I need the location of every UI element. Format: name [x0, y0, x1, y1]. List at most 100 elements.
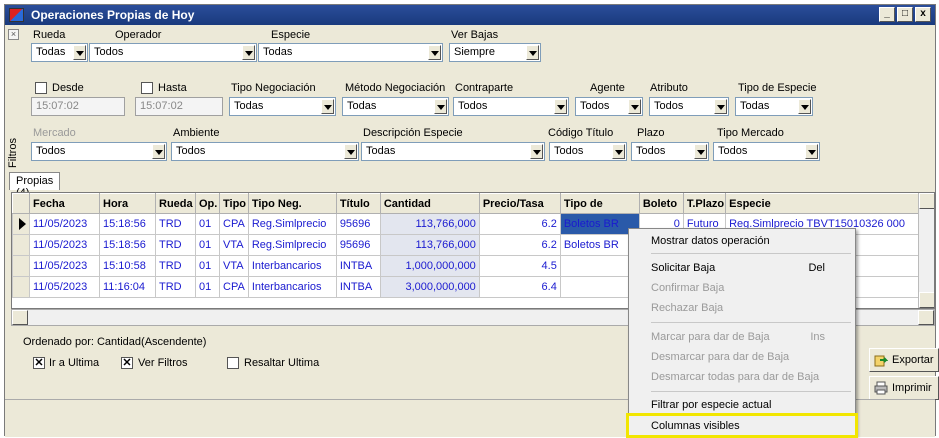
row-indicator	[12, 255, 30, 277]
table-cell[interactable]: 3,000,000,000	[379, 276, 480, 298]
tipo-negociacion-select[interactable]: Todas	[229, 97, 336, 116]
column-header[interactable]: Boleto	[638, 193, 684, 214]
menu-item-solicitar-baja[interactable]: Solicitar Baja Del	[629, 258, 855, 278]
column-header[interactable]: Tipo	[219, 193, 249, 214]
imprimir-label: Imprimir	[892, 382, 932, 394]
table-cell[interactable]: INTBA	[335, 276, 381, 298]
table-cell[interactable]: 01	[195, 276, 220, 298]
ambiente-select[interactable]: Todos	[171, 142, 359, 161]
exportar-button[interactable]: Exportar	[869, 348, 939, 372]
table-cell[interactable]: 15:10:58	[99, 255, 156, 277]
column-header[interactable]: Especie	[725, 193, 932, 214]
descripcion-especie-select[interactable]: Todas	[361, 142, 545, 161]
menu-item-desmarcar-baja[interactable]: Desmarcar para dar de Baja	[629, 347, 855, 367]
imprimir-button[interactable]: Imprimir	[869, 376, 939, 400]
tab-propias[interactable]: Propias (4)	[9, 172, 61, 199]
atributo-select[interactable]: Todos	[649, 97, 729, 116]
table-cell[interactable]: TRD	[155, 213, 196, 235]
contraparte-select[interactable]: Todos	[453, 97, 569, 116]
codigo-titulo-select[interactable]: Todos	[549, 142, 627, 161]
operador-select[interactable]: Todos	[89, 43, 257, 62]
menu-separator	[651, 253, 851, 254]
close-button[interactable]: x	[915, 7, 931, 22]
resaltar-ultima-checkbox[interactable]	[227, 357, 239, 369]
column-header[interactable]: Cantidad	[379, 193, 480, 214]
table-cell[interactable]: 11/05/2023	[29, 276, 100, 298]
filters-vertical-label[interactable]: Filtros	[7, 133, 19, 173]
menu-item-desmarcar-todas[interactable]: Desmarcar todas para dar de Baja	[629, 367, 855, 387]
column-header[interactable]: Tipo de	[559, 193, 640, 214]
scroll-right-icon[interactable]	[918, 310, 934, 325]
column-header[interactable]: Op.	[195, 193, 220, 214]
table-cell[interactable]: 113,766,000	[379, 234, 480, 256]
scroll-down-icon[interactable]	[919, 292, 934, 308]
table-cell[interactable]: TRD	[155, 255, 196, 277]
table-cell[interactable]: TRD	[155, 234, 196, 256]
maximize-button[interactable]: □	[897, 7, 913, 22]
table-cell[interactable]: INTBA	[335, 255, 381, 277]
table-cell[interactable]: 4.5	[478, 255, 561, 277]
ver-filtros-checkbox[interactable]: ✕	[121, 357, 133, 369]
table-cell[interactable]: Interbancarios	[247, 276, 337, 298]
table-cell[interactable]: 11/05/2023	[29, 255, 100, 277]
table-cell[interactable]: 6.4	[478, 276, 561, 298]
column-header[interactable]: Rueda	[155, 193, 196, 214]
menu-item-filtrar-especie[interactable]: Filtrar por especie actual	[629, 395, 855, 415]
table-cell[interactable]: 6.2	[478, 234, 561, 256]
table-cell[interactable]: 01	[195, 234, 220, 256]
desde-checkbox[interactable]	[35, 82, 47, 94]
table-cell[interactable]: 6.2	[478, 213, 561, 235]
column-header[interactable]: Título	[335, 193, 381, 214]
column-header[interactable]: Fecha	[29, 193, 100, 214]
table-cell[interactable]: CPA	[219, 213, 249, 235]
column-header[interactable]: Precio/Tasa	[478, 193, 561, 214]
chevron-down-icon	[73, 45, 86, 60]
table-cell[interactable]: VTA	[219, 234, 249, 256]
column-header[interactable]: T.Plazo	[682, 193, 727, 214]
minimize-button[interactable]: _	[879, 7, 895, 22]
menu-item-rechazar-baja[interactable]: Rechazar Baja	[629, 298, 855, 318]
table-cell[interactable]: 11/05/2023	[29, 213, 100, 235]
rueda-select[interactable]: Todas	[31, 43, 88, 62]
table-cell[interactable]: 15:18:56	[99, 213, 156, 235]
table-cell[interactable]: 11/05/2023	[29, 234, 100, 256]
table-cell[interactable]: CPA	[219, 276, 249, 298]
tipo-mercado-select[interactable]: Todos	[713, 142, 820, 161]
ir-ultima-checkbox[interactable]: ✕	[33, 357, 45, 369]
table-cell[interactable]: TRD	[155, 276, 196, 298]
table-cell[interactable]: 11:16:04	[99, 276, 156, 298]
desde-time-field[interactable]: 15:07:02	[31, 97, 125, 116]
tipo-especie-select[interactable]: Todas	[735, 97, 813, 116]
table-cell[interactable]: 15:18:56	[99, 234, 156, 256]
table-cell[interactable]: 01	[195, 255, 220, 277]
filters-panel: × Filtros Rueda Todas Operador Todos Esp…	[5, 25, 935, 172]
table-cell[interactable]: 1,000,000,000	[379, 255, 480, 277]
plazo-select[interactable]: Todos	[631, 142, 709, 161]
column-header[interactable]: Hora	[99, 193, 156, 214]
menu-item-mostrar-datos[interactable]: Mostrar datos operación	[629, 231, 855, 251]
table-cell[interactable]: Reg.Simlprecio	[247, 213, 337, 235]
metodo-negociacion-select[interactable]: Todas	[342, 97, 449, 116]
hasta-checkbox[interactable]	[141, 82, 153, 94]
table-header-row: Fecha Hora Rueda Op. Tipo Tipo Neg. Títu…	[12, 193, 932, 214]
menu-item-marcar-baja[interactable]: Marcar para dar de Baja Ins	[629, 327, 855, 347]
agente-select[interactable]: Todos	[575, 97, 643, 116]
ver-bajas-select[interactable]: Siempre	[449, 43, 541, 62]
table-cell[interactable]: VTA	[219, 255, 249, 277]
column-header[interactable]: Tipo Neg.	[247, 193, 337, 214]
mercado-select[interactable]: Todos	[31, 142, 167, 161]
table-cell[interactable]: 95696	[335, 234, 381, 256]
menu-item-confirmar-baja[interactable]: Confirmar Baja	[629, 278, 855, 298]
close-filters-icon[interactable]: ×	[8, 29, 19, 40]
hasta-time-field[interactable]: 15:07:02	[135, 97, 223, 116]
table-cell[interactable]: Interbancarios	[247, 255, 337, 277]
table-cell[interactable]: 95696	[335, 213, 381, 235]
table-cell[interactable]: 01	[195, 213, 220, 235]
scroll-up-icon[interactable]	[919, 193, 934, 209]
vertical-scrollbar[interactable]	[918, 193, 934, 308]
table-cell[interactable]: 113,766,000	[379, 213, 480, 235]
especie-select[interactable]: Todas	[258, 43, 443, 62]
title-bar[interactable]: Operaciones Propias de Hoy _ □ x	[5, 5, 935, 25]
table-cell[interactable]: Reg.Simlprecio	[247, 234, 337, 256]
scroll-left-icon[interactable]	[12, 310, 28, 325]
